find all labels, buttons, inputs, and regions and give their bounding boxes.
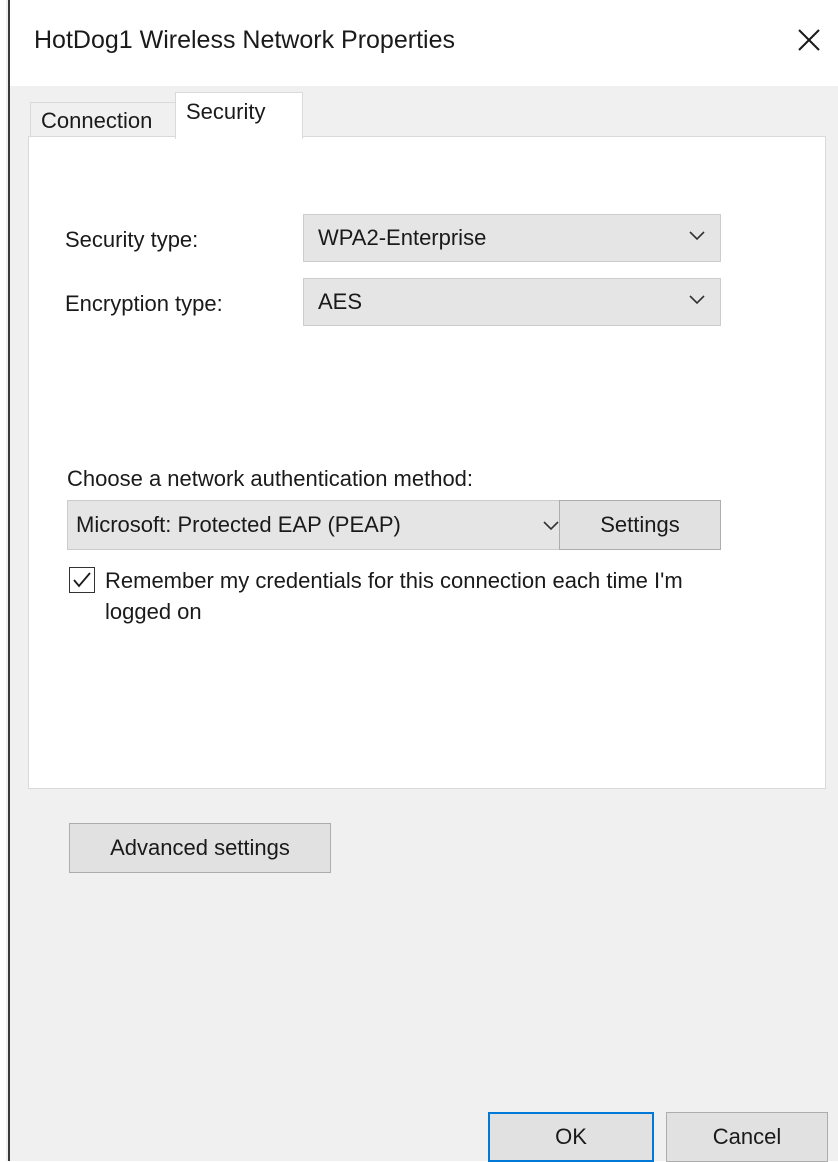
- close-button[interactable]: [780, 14, 838, 66]
- encryption-type-value: AES: [318, 289, 363, 314]
- settings-button[interactable]: Settings: [559, 500, 721, 550]
- ok-button[interactable]: OK: [488, 1112, 654, 1162]
- auth-method-dropdown[interactable]: Microsoft: Protected EAP (PEAP): [67, 500, 575, 550]
- encryption-type-label: Encryption type:: [65, 291, 223, 316]
- tab-connection[interactable]: Connection: [30, 102, 180, 137]
- cancel-button[interactable]: Cancel: [666, 1112, 828, 1162]
- security-type-dropdown[interactable]: WPA2-Enterprise: [303, 214, 721, 262]
- remember-credentials-checkbox[interactable]: [69, 567, 95, 593]
- tab-security[interactable]: Security: [175, 92, 303, 139]
- chevron-down-icon: [689, 295, 705, 305]
- properties-dialog: HotDog1 Wireless Network Properties Conn…: [0, 0, 838, 1162]
- checkmark-icon: [73, 572, 91, 588]
- dialog-title: HotDog1 Wireless Network Properties: [34, 26, 455, 54]
- security-type-value: WPA2-Enterprise: [318, 225, 487, 250]
- window-border: [8, 0, 10, 1161]
- chevron-down-icon: [543, 521, 559, 531]
- auth-method-value: Microsoft: Protected EAP (PEAP): [76, 512, 401, 537]
- encryption-type-dropdown[interactable]: AES: [303, 278, 721, 326]
- chevron-down-icon: [689, 231, 705, 241]
- title-bar: HotDog1 Wireless Network Properties: [10, 0, 838, 86]
- security-type-label: Security type:: [65, 227, 199, 252]
- remember-credentials-label: Remember my credentials for this connect…: [105, 568, 683, 624]
- advanced-settings-button[interactable]: Advanced settings: [69, 823, 331, 873]
- auth-method-label: Choose a network authentication method:: [67, 466, 474, 491]
- close-icon: [798, 29, 820, 51]
- security-tab-panel: Security type: WPA2-Enterprise Encryptio…: [28, 136, 826, 873]
- window-edge: [0, 0, 6, 1161]
